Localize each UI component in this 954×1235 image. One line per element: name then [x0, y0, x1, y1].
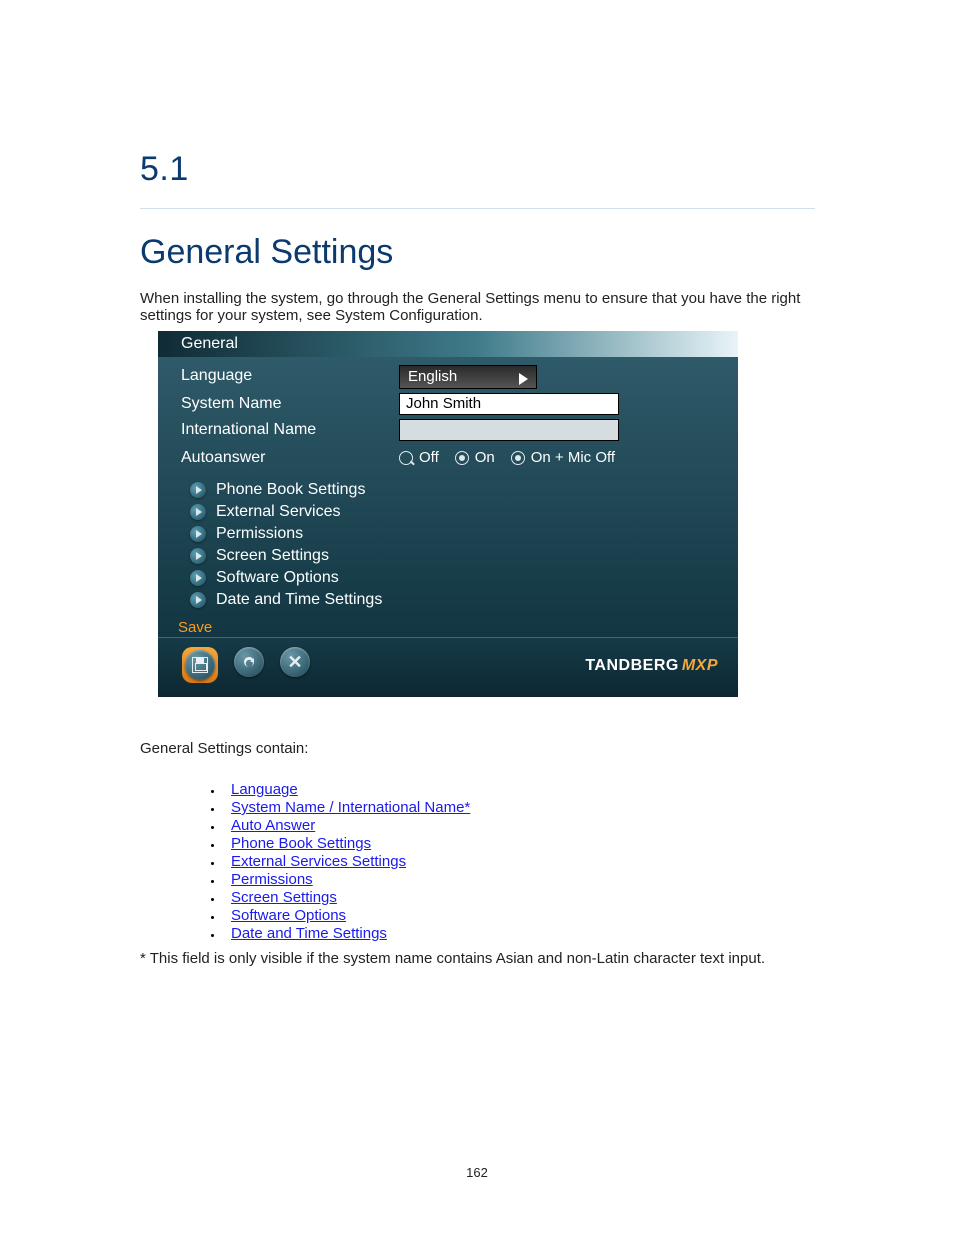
magnifier-icon [399, 451, 413, 465]
link-system-name[interactable]: System Name / International Name* [231, 799, 470, 816]
brand-suffix: MXP [682, 657, 718, 674]
link-screen-settings[interactable]: Screen Settings [231, 889, 337, 906]
sub-settings-list: Phone Book Settings External Services Pe… [190, 477, 382, 613]
nav-label: Phone Book Settings [216, 481, 365, 499]
link-auto-answer[interactable]: Auto Answer [231, 817, 315, 834]
radio-on[interactable]: On [455, 449, 495, 466]
radio-dot-icon [455, 451, 469, 465]
radio-off-label: Off [419, 449, 439, 466]
panel-footer: ✕ TANDBERGMXP [158, 637, 738, 697]
nav-phone-book-settings[interactable]: Phone Book Settings [190, 481, 382, 499]
list-item: Phone Book Settings [223, 835, 470, 852]
nav-label: Permissions [216, 525, 303, 543]
nav-label: Software Options [216, 569, 339, 587]
save-label: Save [178, 619, 212, 636]
page-number: 162 [0, 1165, 954, 1180]
close-icon: ✕ [287, 653, 302, 671]
link-external-services-settings[interactable]: External Services Settings [231, 853, 406, 870]
radio-dot-icon [511, 451, 525, 465]
play-icon [190, 482, 206, 498]
links-list: Language System Name / International Nam… [183, 780, 470, 943]
list-item: External Services Settings [223, 853, 470, 870]
intro-text: When installing the system, go through t… [140, 290, 815, 324]
settings-panel: General Language English System Name Joh… [158, 331, 738, 697]
page-title: General Settings [140, 233, 393, 272]
international-name-input[interactable] [399, 419, 619, 441]
divider [158, 637, 738, 638]
list-item: System Name / International Name* [223, 799, 470, 816]
section-number: 5.1 [140, 150, 189, 189]
refresh-button[interactable] [234, 647, 264, 677]
close-button[interactable]: ✕ [280, 647, 310, 677]
play-icon [190, 504, 206, 520]
system-name-input[interactable]: John Smith [399, 393, 619, 415]
link-language[interactable]: Language [231, 781, 298, 798]
label-international-name: International Name [181, 421, 316, 439]
list-item: Screen Settings [223, 889, 470, 906]
save-button[interactable] [182, 647, 218, 683]
list-item: Permissions [223, 871, 470, 888]
nav-permissions[interactable]: Permissions [190, 525, 382, 543]
language-value: English [408, 368, 457, 385]
panel-header: General [158, 331, 738, 357]
nav-software-options[interactable]: Software Options [190, 569, 382, 587]
dropdown-arrow-icon [519, 370, 528, 392]
radio-on-label: On [475, 449, 495, 466]
nav-date-time-settings[interactable]: Date and Time Settings [190, 591, 382, 609]
radio-on-mic-off[interactable]: On + Mic Off [511, 449, 615, 466]
label-language: Language [181, 367, 252, 385]
nav-label: Screen Settings [216, 547, 329, 565]
label-system-name: System Name [181, 395, 281, 413]
link-permissions[interactable]: Permissions [231, 871, 313, 888]
list-item: Date and Time Settings [223, 925, 470, 942]
footnote: * This field is only visible if the syst… [140, 950, 815, 967]
autoanswer-radio-group: Off On On + Mic Off [399, 449, 615, 466]
floppy-icon [192, 657, 208, 673]
play-icon [190, 526, 206, 542]
brand-logo: TANDBERGMXP [585, 657, 718, 675]
panel-body: Language English System Name John Smith … [158, 357, 738, 637]
nav-screen-settings[interactable]: Screen Settings [190, 547, 382, 565]
nav-external-services[interactable]: External Services [190, 503, 382, 521]
list-item: Language [223, 781, 470, 798]
link-date-time-settings[interactable]: Date and Time Settings [231, 925, 387, 942]
radio-off[interactable]: Off [399, 449, 439, 466]
label-autoanswer: Autoanswer [181, 449, 266, 467]
play-icon [190, 570, 206, 586]
footer-buttons: ✕ [182, 647, 310, 683]
refresh-icon [241, 654, 257, 670]
list-item: Auto Answer [223, 817, 470, 834]
horizontal-rule [140, 208, 815, 209]
play-icon [190, 592, 206, 608]
language-select[interactable]: English [399, 365, 537, 389]
links-intro: General Settings contain: [140, 740, 308, 757]
radio-on-mic-off-label: On + Mic Off [531, 449, 615, 466]
save-icon-circle [185, 650, 215, 680]
link-software-options[interactable]: Software Options [231, 907, 346, 924]
list-item: Software Options [223, 907, 470, 924]
link-phone-book-settings[interactable]: Phone Book Settings [231, 835, 371, 852]
play-icon [190, 548, 206, 564]
nav-label: External Services [216, 503, 341, 521]
brand-name: TANDBERG [585, 657, 678, 674]
nav-label: Date and Time Settings [216, 591, 382, 609]
